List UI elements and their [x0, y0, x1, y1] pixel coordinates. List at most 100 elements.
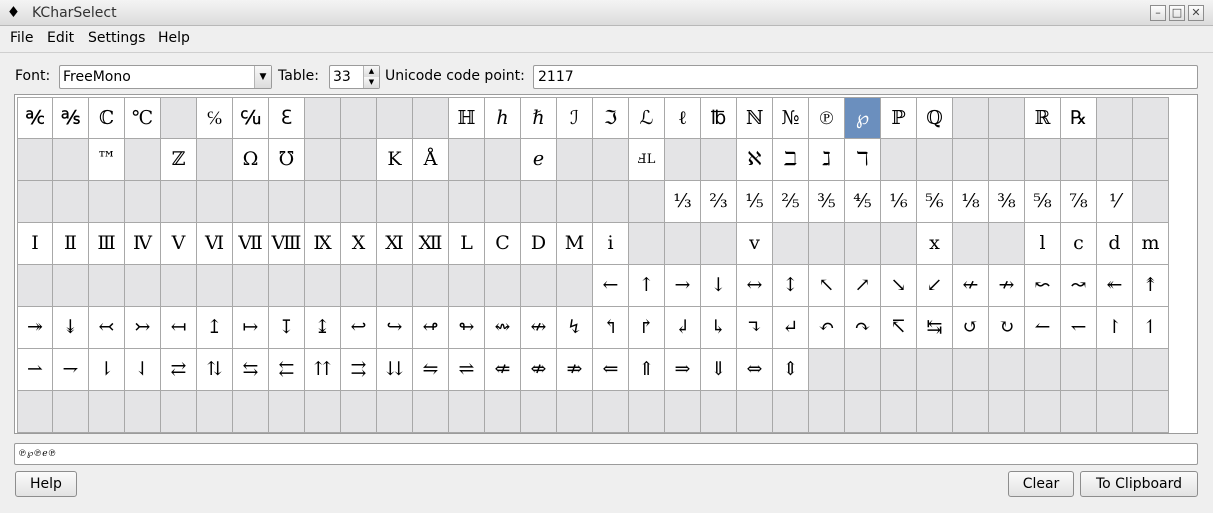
char-cell[interactable] [161, 265, 197, 307]
char-cell[interactable] [1025, 349, 1061, 391]
char-cell[interactable] [593, 139, 629, 181]
char-cell[interactable]: ™ [89, 139, 125, 181]
char-cell[interactable] [305, 265, 341, 307]
selected-text-input[interactable] [14, 443, 1198, 465]
menu-file[interactable]: File [10, 30, 33, 47]
char-cell[interactable] [341, 391, 377, 433]
char-cell[interactable] [125, 391, 161, 433]
char-cell[interactable] [773, 391, 809, 433]
char-cell[interactable] [1025, 391, 1061, 433]
char-cell[interactable]: ↰ [593, 307, 629, 349]
char-cell[interactable]: ↨ [305, 307, 341, 349]
char-cell[interactable]: ℙ [881, 97, 917, 139]
char-cell[interactable] [809, 349, 845, 391]
char-cell[interactable] [845, 223, 881, 265]
char-cell[interactable] [197, 265, 233, 307]
char-cell[interactable] [233, 265, 269, 307]
char-cell[interactable]: ℷ [809, 139, 845, 181]
char-cell[interactable]: ← [593, 265, 629, 307]
char-cell[interactable] [953, 349, 989, 391]
char-cell[interactable]: ⇅ [197, 349, 233, 391]
char-cell[interactable] [89, 181, 125, 223]
char-cell[interactable]: ↷ [845, 307, 881, 349]
char-cell[interactable]: ⅖ [773, 181, 809, 223]
char-cell[interactable]: ⅞ [1061, 181, 1097, 223]
char-cell[interactable] [557, 181, 593, 223]
char-cell[interactable] [1097, 97, 1133, 139]
char-cell[interactable] [1133, 139, 1169, 181]
font-combo[interactable]: FreeMono ▼ [59, 65, 272, 89]
char-cell[interactable]: ⅗ [809, 181, 845, 223]
char-cell[interactable] [125, 181, 161, 223]
char-cell[interactable] [521, 265, 557, 307]
char-cell[interactable]: ⇀ [17, 349, 53, 391]
char-cell[interactable] [53, 265, 89, 307]
char-cell[interactable]: Ⅶ [233, 223, 269, 265]
char-cell[interactable] [953, 223, 989, 265]
char-cell[interactable]: ⅝ [1025, 181, 1061, 223]
close-button[interactable]: ✕ [1188, 5, 1204, 21]
char-cell[interactable]: ↥ [197, 307, 233, 349]
char-cell[interactable] [377, 181, 413, 223]
char-cell[interactable]: ⇑ [629, 349, 665, 391]
char-cell[interactable]: ↑ [629, 265, 665, 307]
char-cell[interactable]: ↣ [125, 307, 161, 349]
char-cell[interactable] [269, 181, 305, 223]
char-cell[interactable] [953, 139, 989, 181]
char-cell[interactable] [989, 139, 1025, 181]
char-cell[interactable]: ⇁ [53, 349, 89, 391]
char-cell[interactable]: ℆ [233, 97, 269, 139]
char-cell[interactable] [881, 223, 917, 265]
char-cell[interactable]: ⇌ [449, 349, 485, 391]
char-cell[interactable] [521, 391, 557, 433]
char-cell[interactable]: ℏ [521, 97, 557, 139]
char-cell[interactable]: Ⅸ [305, 223, 341, 265]
char-cell[interactable]: ℤ [161, 139, 197, 181]
char-cell[interactable]: ⅿ [1133, 223, 1169, 265]
char-cell[interactable] [305, 97, 341, 139]
char-cell[interactable]: ↴ [737, 307, 773, 349]
char-cell[interactable]: ⅜ [989, 181, 1025, 223]
char-cell[interactable]: ⇊ [377, 349, 413, 391]
char-cell[interactable] [89, 391, 125, 433]
char-cell[interactable]: ↵ [773, 307, 809, 349]
char-cell[interactable] [1061, 139, 1097, 181]
char-cell[interactable] [557, 139, 593, 181]
char-cell[interactable] [377, 265, 413, 307]
char-cell[interactable]: ⅛ [953, 181, 989, 223]
char-cell[interactable] [845, 349, 881, 391]
char-cell[interactable] [161, 181, 197, 223]
char-cell[interactable]: ↞ [1097, 265, 1133, 307]
char-cell[interactable] [53, 181, 89, 223]
char-cell[interactable] [485, 391, 521, 433]
char-cell[interactable]: ↬ [449, 307, 485, 349]
unicode-code-input[interactable] [533, 65, 1198, 89]
char-cell[interactable] [341, 139, 377, 181]
char-cell[interactable] [521, 181, 557, 223]
char-cell[interactable]: ⅰ [593, 223, 629, 265]
char-cell[interactable]: ⇒ [665, 349, 701, 391]
char-cell[interactable] [413, 265, 449, 307]
char-cell[interactable]: → [665, 265, 701, 307]
char-cell[interactable] [1133, 349, 1169, 391]
char-cell[interactable]: ↜ [1025, 265, 1061, 307]
char-cell[interactable] [197, 391, 233, 433]
char-cell[interactable]: ⅚ [917, 181, 953, 223]
maximize-button[interactable]: □ [1169, 5, 1185, 21]
char-cell[interactable] [17, 139, 53, 181]
char-cell[interactable]: ↖ [809, 265, 845, 307]
char-cell[interactable] [989, 349, 1025, 391]
char-cell[interactable]: ℁ [53, 97, 89, 139]
char-cell[interactable] [593, 181, 629, 223]
char-cell[interactable] [89, 265, 125, 307]
char-cell[interactable] [701, 391, 737, 433]
char-cell[interactable] [449, 139, 485, 181]
char-cell[interactable]: Ⅵ [197, 223, 233, 265]
char-cell[interactable]: ↤ [161, 307, 197, 349]
char-cell[interactable] [953, 391, 989, 433]
char-cell[interactable]: ↠ [17, 307, 53, 349]
char-cell[interactable]: ℘ [845, 97, 881, 139]
char-cell[interactable]: K [377, 139, 413, 181]
minimize-button[interactable]: – [1150, 5, 1166, 21]
char-cell[interactable]: Ⅻ [413, 223, 449, 265]
